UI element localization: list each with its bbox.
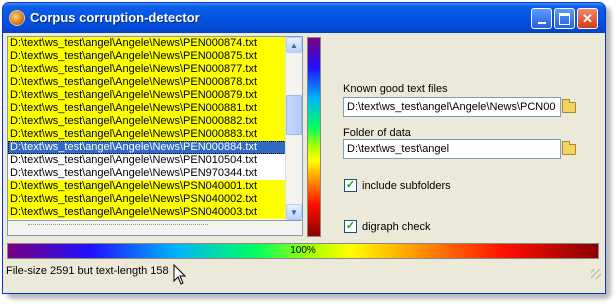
file-list[interactable]: D:\text\ws_test\angel\Angele\News\PEN000… <box>7 36 303 221</box>
file-list-item[interactable]: D:\text\ws_test\angel\Angele\News\PEN000… <box>8 63 302 76</box>
file-list-item[interactable]: D:\text\ws_test\angel\Angele\News\PEN000… <box>8 76 302 89</box>
window-title: Corpus corruption-detector <box>30 10 200 25</box>
chevron-down-icon: ▼ <box>290 207 298 217</box>
known-good-field[interactable]: D:\text\ws_test\angel\Angele\News\PCN00 <box>343 97 561 117</box>
progress-bar: 100% <box>7 243 599 259</box>
data-folder-browse-button[interactable] <box>560 140 578 158</box>
app-icon[interactable] <box>9 10 25 26</box>
file-list-item[interactable]: D:\text\ws_test\angel\Angele\News\PEN970… <box>8 167 302 180</box>
file-list-item[interactable]: D:\text\ws_test\angel\Angele\News\PSN040… <box>8 180 302 193</box>
chevron-up-icon: ▲ <box>290 40 298 50</box>
progress-text: 100% <box>290 245 316 256</box>
scroll-up-button[interactable]: ▲ <box>286 37 302 53</box>
include-subfolders-label[interactable]: include subfolders <box>362 180 451 192</box>
file-list-item[interactable]: D:\text\ws_test\angel\Angele\News\PEN000… <box>8 50 302 63</box>
folder-icon <box>562 140 576 155</box>
file-list-item[interactable]: D:\text\ws_test\angel\Angele\News\PEN000… <box>8 141 302 154</box>
file-list-item[interactable]: D:\text\ws_test\angel\Angele\News\PEN000… <box>8 89 302 102</box>
file-list-item[interactable]: D:\text\ws_test\angel\Angele\News\PEN000… <box>8 102 302 115</box>
main-window: Corpus corruption-detector ✕ D:\text\ws_… <box>2 2 606 294</box>
file-list-item[interactable]: D:\text\ws_test\angel\Angele\News\PEN000… <box>8 115 302 128</box>
status-text: File-size 2591 but text-length 158 <box>6 265 169 277</box>
digraph-check-label[interactable]: digraph check <box>362 221 431 233</box>
file-list-rows: D:\text\ws_test\angel\Angele\News\PEN000… <box>8 37 302 219</box>
file-list-item[interactable]: D:\text\ws_test\angel\Angele\News\PSN040… <box>8 206 302 219</box>
vertical-color-scale <box>307 37 321 237</box>
known-good-browse-button[interactable] <box>560 98 578 116</box>
close-icon: ✕ <box>582 10 593 26</box>
maximize-button[interactable] <box>554 8 575 29</box>
digraph-check-checkbox[interactable]: ✓ <box>344 220 357 233</box>
file-list-item[interactable]: D:\text\ws_test\angel\Angele\News\PEN010… <box>8 154 302 167</box>
folder-open-icon <box>562 98 576 113</box>
status-bar: File-size 2591 but text-length 158 <box>3 261 605 281</box>
data-folder-label: Folder of data <box>343 127 411 139</box>
known-good-label: Known good text files <box>343 83 448 95</box>
checkmark-icon: ✓ <box>345 220 356 232</box>
file-list-item[interactable]: D:\text\ws_test\angel\Angele\News\PEN000… <box>8 128 302 141</box>
file-list-vscrollbar[interactable]: ▲ ▼ <box>285 37 302 220</box>
file-list-item[interactable]: D:\text\ws_test\angel\Angele\News\PEN000… <box>8 37 302 50</box>
file-list-hscrollbar[interactable] <box>7 221 303 236</box>
close-button[interactable]: ✕ <box>577 8 598 29</box>
mouse-cursor-icon <box>173 264 187 285</box>
scroll-down-button[interactable]: ▼ <box>286 204 302 220</box>
data-folder-field[interactable]: D:\text\ws_test\angel <box>343 139 561 159</box>
include-subfolders-checkbox[interactable]: ✓ <box>344 179 357 192</box>
checkmark-icon: ✓ <box>345 179 356 191</box>
resize-grip-icon[interactable] <box>591 269 601 279</box>
hscroll-thumb[interactable] <box>28 224 208 233</box>
file-list-item[interactable]: D:\text\ws_test\angel\Angele\News\PSN040… <box>8 193 302 206</box>
minimize-button[interactable] <box>531 8 552 29</box>
scroll-thumb[interactable] <box>286 95 302 135</box>
minimize-icon <box>537 21 546 24</box>
maximize-icon <box>559 12 570 25</box>
title-bar[interactable]: Corpus corruption-detector ✕ <box>3 3 605 33</box>
